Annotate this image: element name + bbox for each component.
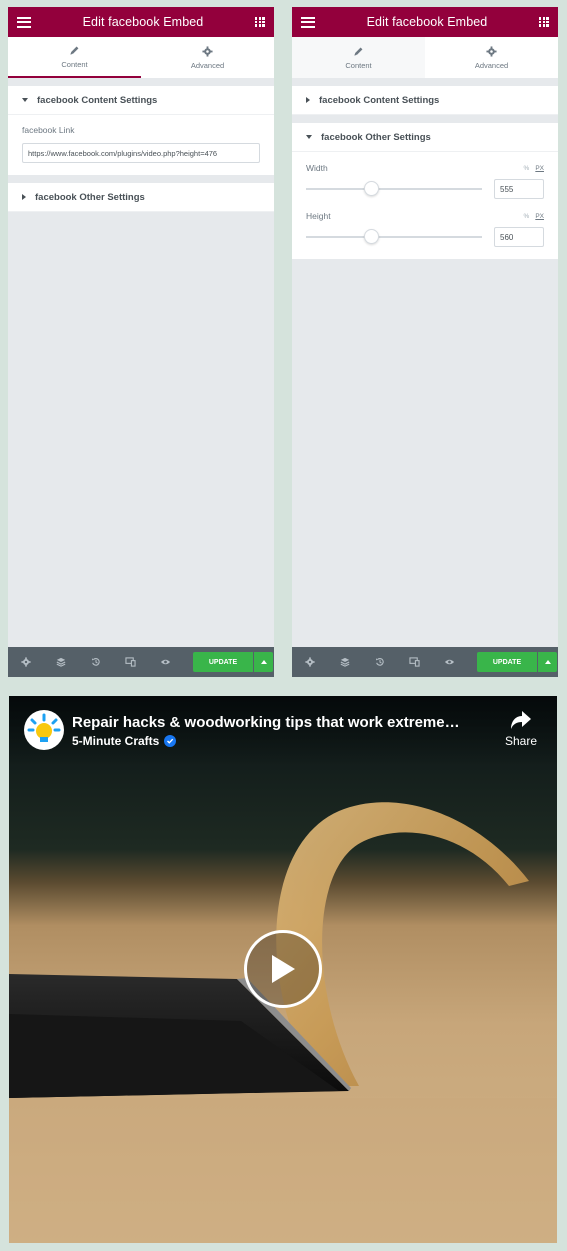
section-title: facebook Other Settings bbox=[35, 191, 145, 203]
tab-advanced[interactable]: Advanced bbox=[425, 37, 558, 78]
responsive-mode-icon[interactable] bbox=[407, 655, 422, 670]
section-title: facebook Content Settings bbox=[37, 94, 158, 106]
tab-advanced[interactable]: Advanced bbox=[141, 37, 274, 78]
tab-advanced-label: Advanced bbox=[190, 61, 225, 70]
update-button[interactable]: UPDATE bbox=[477, 652, 537, 672]
section-content-settings-body: facebook Link https://www.facebook.com/p… bbox=[8, 115, 274, 175]
channel-logo-icon[interactable] bbox=[24, 710, 64, 750]
channel-name-text: 5-Minute Crafts bbox=[72, 734, 160, 748]
update-options-button[interactable] bbox=[538, 652, 557, 672]
history-icon[interactable] bbox=[372, 655, 387, 670]
layers-icon[interactable] bbox=[53, 655, 68, 670]
caret-right-icon bbox=[306, 97, 310, 103]
editor-header: Edit facebook Embed bbox=[292, 7, 558, 37]
facebook-link-label: facebook Link bbox=[22, 125, 75, 135]
tab-content-label: Content bbox=[61, 60, 88, 69]
video-title[interactable]: Repair hacks & woodworking tips that wor… bbox=[72, 714, 484, 731]
update-button[interactable]: UPDATE bbox=[193, 652, 253, 672]
channel-name[interactable]: 5-Minute Crafts bbox=[72, 734, 177, 748]
pencil-icon bbox=[69, 44, 80, 57]
height-units: % PX bbox=[524, 213, 544, 220]
caret-down-icon bbox=[306, 135, 312, 139]
tab-content[interactable]: Content bbox=[292, 37, 425, 78]
height-slider-handle[interactable] bbox=[363, 229, 379, 244]
editor-tabs: Content Advanced bbox=[292, 37, 558, 78]
layers-icon[interactable] bbox=[337, 655, 352, 670]
gear-icon bbox=[486, 45, 497, 58]
responsive-mode-icon[interactable] bbox=[123, 655, 138, 670]
video-header bbox=[9, 696, 557, 766]
settings-gear-icon[interactable] bbox=[302, 655, 317, 670]
play-button[interactable] bbox=[244, 930, 322, 1008]
facebook-video-embed[interactable]: Repair hacks & woodworking tips that wor… bbox=[9, 696, 557, 1243]
caret-right-icon bbox=[22, 194, 26, 200]
tab-advanced-label: Advanced bbox=[474, 61, 509, 70]
unit-px[interactable]: PX bbox=[535, 165, 544, 172]
width-label: Width bbox=[306, 163, 328, 173]
unit-percent[interactable]: % bbox=[524, 213, 530, 220]
editor-footer: UPDATE bbox=[8, 647, 274, 677]
hamburger-menu-icon[interactable] bbox=[17, 16, 31, 28]
editor-tabs: Content Advanced bbox=[8, 37, 274, 78]
preview-eye-icon[interactable] bbox=[158, 655, 173, 670]
height-slider[interactable] bbox=[306, 229, 482, 244]
update-options-button[interactable] bbox=[254, 652, 273, 672]
history-icon[interactable] bbox=[88, 655, 103, 670]
editor-title: Edit facebook Embed bbox=[366, 15, 488, 29]
settings-gear-icon[interactable] bbox=[18, 655, 33, 670]
share-label: Share bbox=[504, 734, 537, 748]
tab-content-label: Content bbox=[345, 61, 372, 70]
editor-footer: UPDATE bbox=[292, 647, 558, 677]
caret-down-icon bbox=[22, 98, 28, 102]
editor-panel-right: Edit facebook Embed Content Advanced fac… bbox=[292, 7, 558, 677]
section-other-settings-header[interactable]: facebook Other Settings bbox=[8, 183, 274, 212]
unit-percent[interactable]: % bbox=[524, 165, 530, 172]
share-button[interactable]: Share bbox=[505, 710, 537, 748]
share-arrow-icon bbox=[510, 711, 531, 729]
section-other-settings-body: Width % PX 555 Height % PX 560 bbox=[292, 152, 558, 259]
editor-header: Edit facebook Embed bbox=[8, 7, 274, 37]
section-title: facebook Other Settings bbox=[321, 131, 431, 143]
unit-px[interactable]: PX bbox=[535, 213, 544, 220]
editor-title: Edit facebook Embed bbox=[82, 15, 204, 29]
tab-content[interactable]: Content bbox=[8, 37, 141, 78]
hamburger-menu-icon[interactable] bbox=[301, 16, 315, 28]
section-title: facebook Content Settings bbox=[319, 94, 440, 106]
width-slider-handle[interactable] bbox=[363, 181, 379, 196]
facebook-link-input[interactable]: https://www.facebook.com/plugins/video.p… bbox=[22, 143, 260, 163]
gear-icon bbox=[202, 45, 213, 58]
widgets-grid-icon[interactable] bbox=[254, 17, 265, 27]
pencil-icon bbox=[353, 45, 364, 58]
height-label: Height bbox=[306, 211, 331, 221]
verified-badge-icon bbox=[164, 735, 177, 747]
section-content-settings-header[interactable]: facebook Content Settings bbox=[292, 86, 558, 115]
section-other-settings-header[interactable]: facebook Other Settings bbox=[292, 123, 558, 152]
height-input[interactable]: 560 bbox=[494, 227, 544, 247]
widgets-grid-icon[interactable] bbox=[538, 17, 549, 27]
editor-panel-left: Edit facebook Embed Content Advanced fac… bbox=[8, 7, 274, 677]
width-units: % PX bbox=[524, 165, 544, 172]
section-content-settings-header[interactable]: facebook Content Settings bbox=[8, 86, 274, 115]
width-input[interactable]: 555 bbox=[494, 179, 544, 199]
preview-eye-icon[interactable] bbox=[442, 655, 457, 670]
width-slider[interactable] bbox=[306, 181, 482, 196]
play-icon bbox=[272, 955, 295, 983]
